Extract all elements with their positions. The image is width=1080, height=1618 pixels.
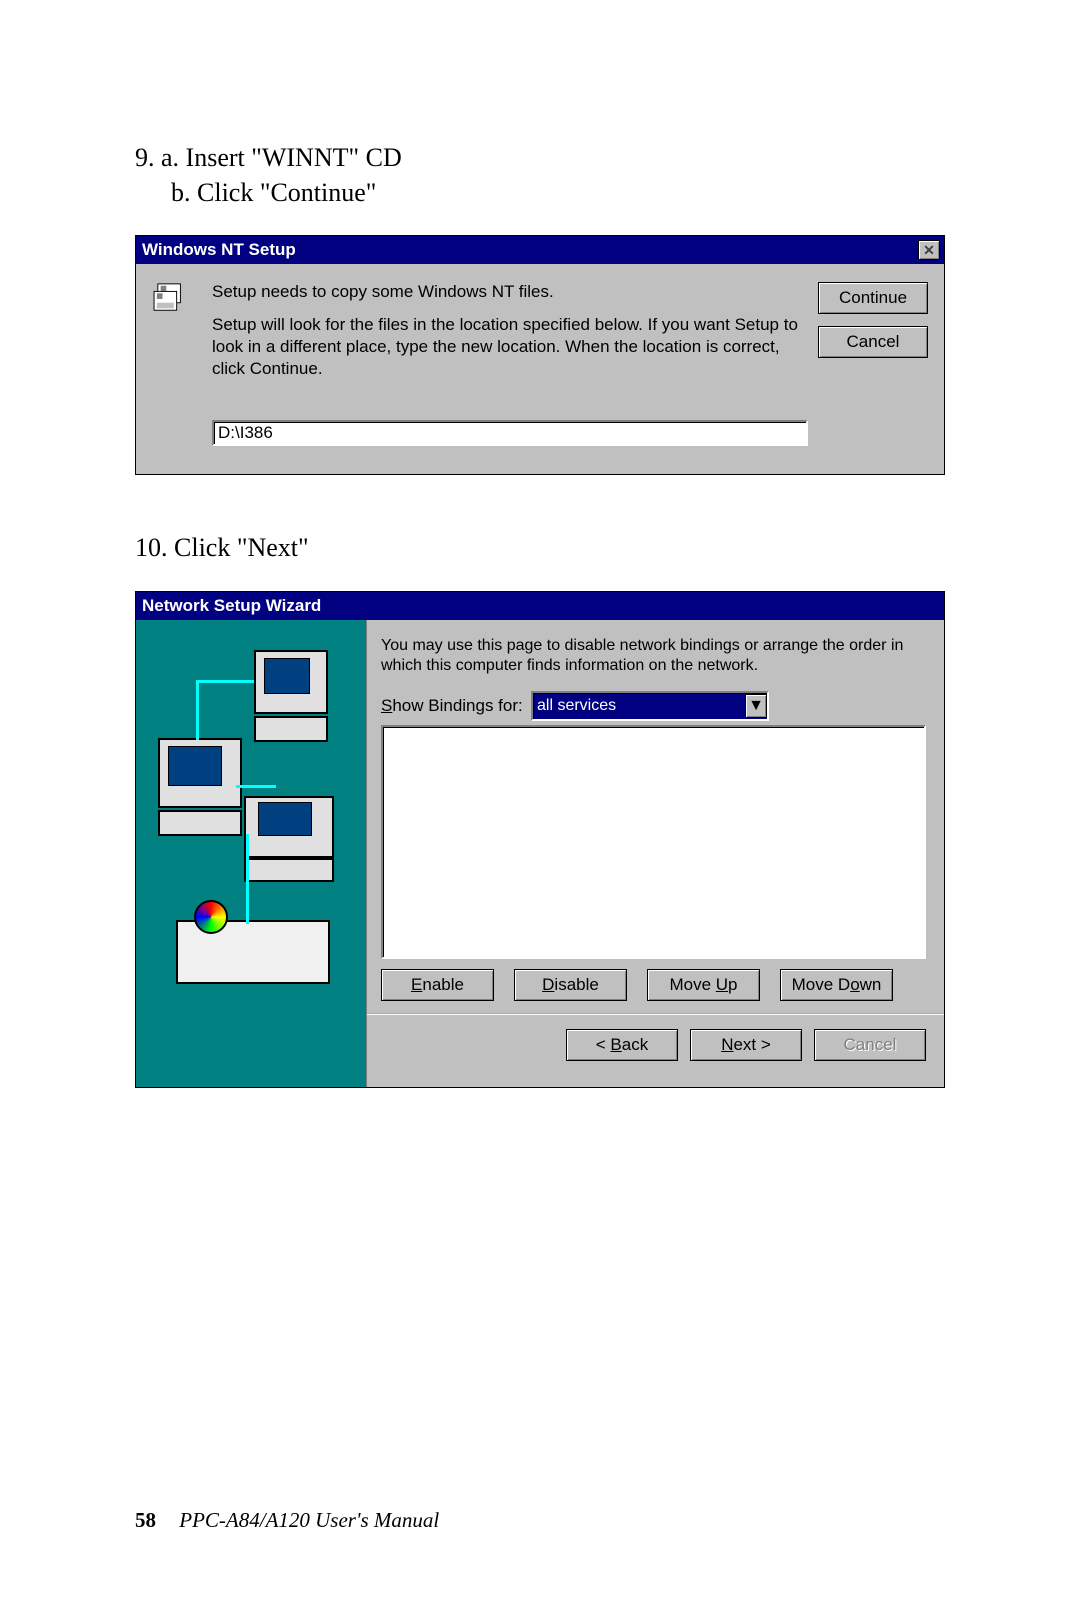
titlebar: Network Setup Wizard bbox=[136, 592, 944, 620]
enable-button[interactable]: Enable bbox=[381, 969, 494, 1001]
cancel-button[interactable]: Cancel bbox=[818, 326, 928, 358]
setup-message-2: Setup will look for the files in the loc… bbox=[212, 314, 808, 380]
combo-value: all services bbox=[537, 697, 616, 715]
floppy-stack-icon bbox=[152, 282, 190, 314]
move-up-button[interactable]: Move Up bbox=[647, 969, 760, 1001]
dialog-title: Network Setup Wizard bbox=[142, 596, 321, 616]
step-9a: 9. a. Insert "WINNT" CD bbox=[135, 143, 402, 172]
wizard-description: You may use this page to disable network… bbox=[381, 636, 926, 678]
bindings-combo[interactable]: all services ▼ bbox=[531, 691, 769, 721]
bindings-listbox[interactable] bbox=[381, 725, 926, 959]
dialog-title: Windows NT Setup bbox=[142, 240, 296, 260]
cancel-button: Cancel bbox=[814, 1029, 926, 1061]
continue-button[interactable]: Continue bbox=[818, 282, 928, 314]
step-9: 9. a. Insert "WINNT" CD b. Click "Contin… bbox=[135, 140, 945, 210]
close-icon[interactable]: ✕ bbox=[918, 240, 940, 260]
network-setup-wizard-dialog: Network Setup Wizard bbox=[135, 591, 945, 1089]
show-bindings-label: Show Bindings for: bbox=[381, 696, 531, 716]
wizard-graphic bbox=[136, 620, 367, 1088]
page-number: 58 bbox=[135, 1508, 156, 1532]
move-down-button[interactable]: Move Down bbox=[780, 969, 893, 1001]
setup-message-1: Setup needs to copy some Windows NT file… bbox=[212, 282, 808, 302]
step-9b: b. Click "Continue" bbox=[135, 175, 945, 210]
windows-nt-setup-dialog: Windows NT Setup ✕ Setup needs to copy s… bbox=[135, 235, 945, 475]
back-button[interactable]: < Back bbox=[566, 1029, 678, 1061]
step-10: 10. Click "Next" bbox=[135, 530, 945, 565]
chevron-down-icon[interactable]: ▼ bbox=[745, 694, 767, 718]
path-input[interactable] bbox=[212, 420, 808, 446]
disable-button[interactable]: Disable bbox=[514, 969, 627, 1001]
manual-title: PPC-A84/A120 User's Manual bbox=[179, 1508, 439, 1532]
next-button[interactable]: Next > bbox=[690, 1029, 802, 1061]
titlebar: Windows NT Setup ✕ bbox=[136, 236, 944, 264]
page-footer: 58 PPC-A84/A120 User's Manual bbox=[135, 1508, 439, 1533]
